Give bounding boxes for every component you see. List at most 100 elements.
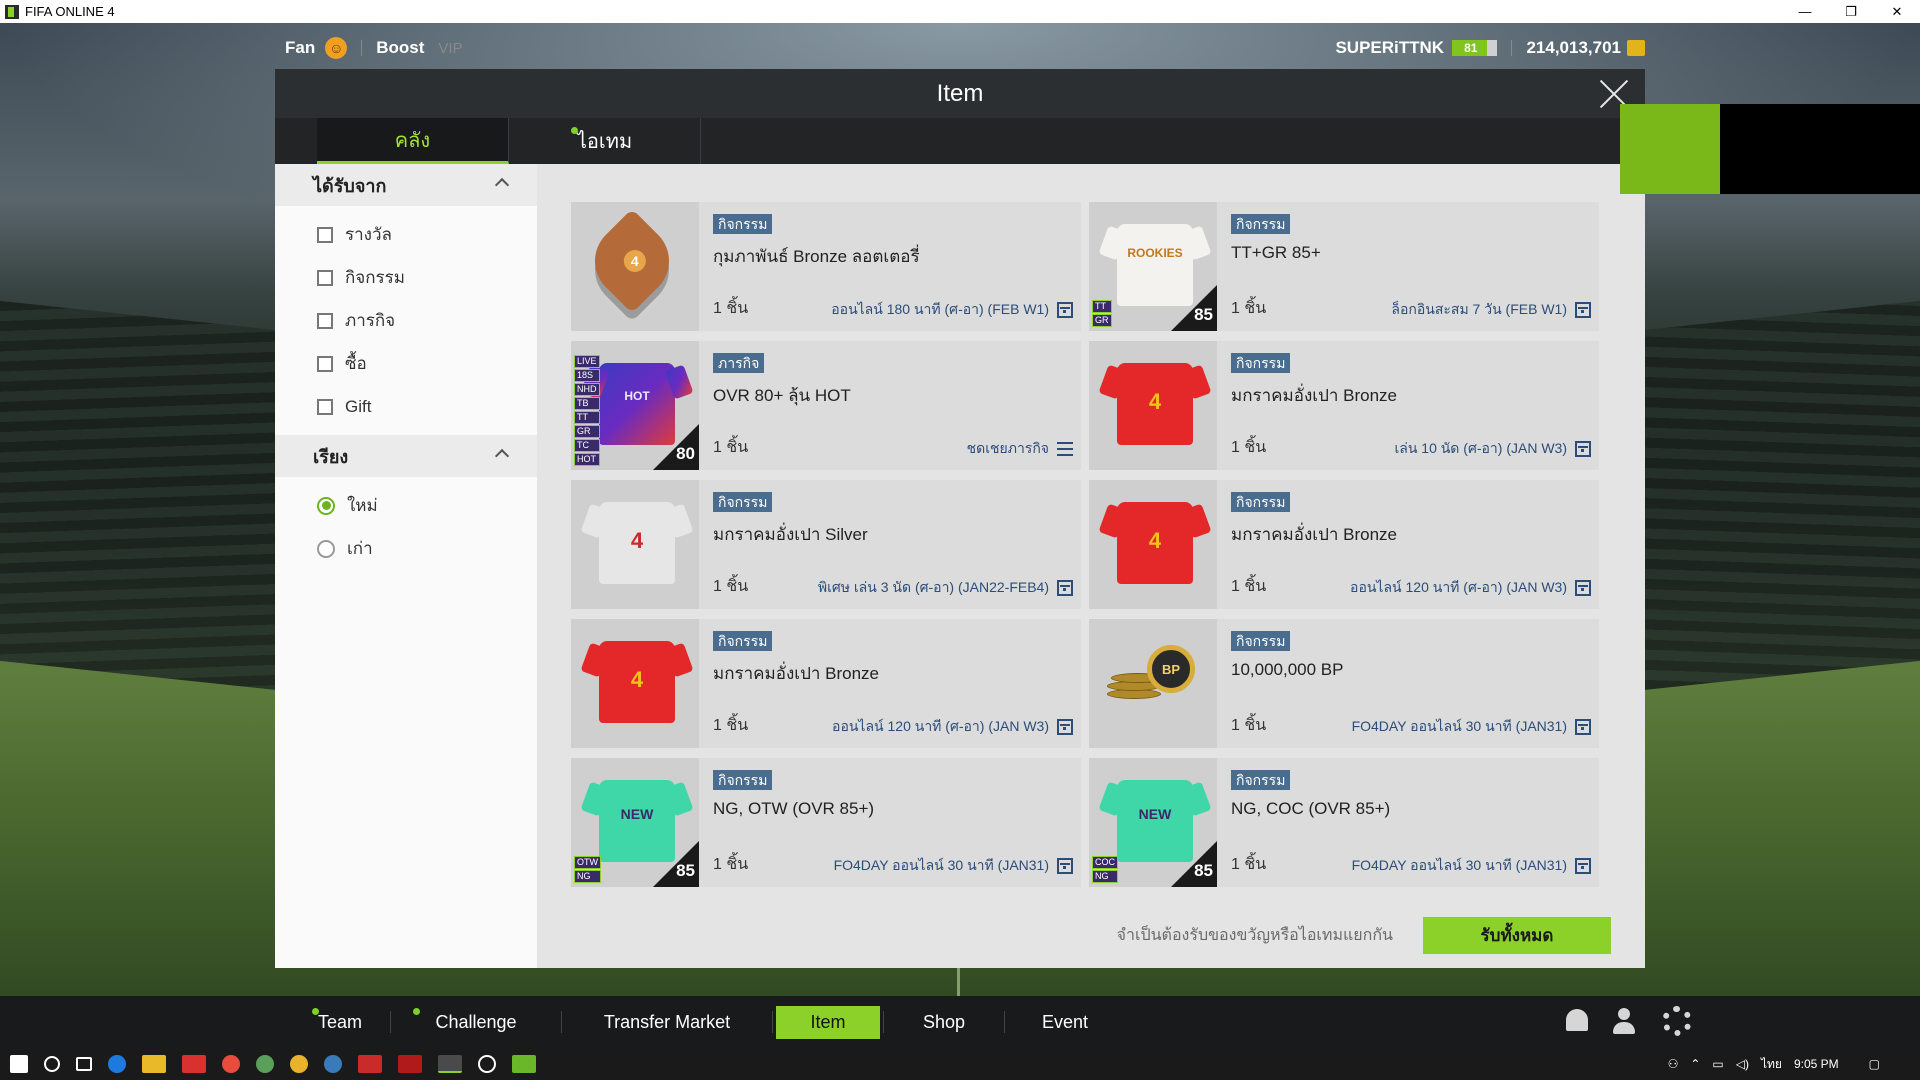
nav-transfer-market[interactable]: Transfer Market: [562, 996, 772, 1048]
app-icon-2[interactable]: [398, 1055, 422, 1073]
nav-team[interactable]: Team: [290, 996, 390, 1048]
fan-face-icon[interactable]: ☺: [325, 37, 348, 59]
item-card[interactable]: 4 กิจกรรม กุมภาพันธ์ Bronze ลอตเตอรี่ 1 ชิ้…: [571, 202, 1081, 331]
filter-activity[interactable]: กิจกรรม: [275, 256, 537, 299]
item-quantity: 1 ชิ้น: [1231, 439, 1267, 456]
bp-coins-icon: BP: [1107, 645, 1203, 709]
item-card[interactable]: 4 กิจกรรม มกราคมอั่งเปา Bronze 1 ชิ้น เล่น 1…: [1089, 341, 1599, 470]
item-quantity: 1 ชิ้น: [713, 856, 749, 873]
claim-all-button[interactable]: รับทั้งหมด: [1423, 916, 1611, 954]
bell-icon[interactable]: [1566, 1009, 1588, 1031]
source-badge: ภารกิจ: [713, 353, 765, 373]
minimize-button[interactable]: —: [1782, 0, 1828, 23]
fan-label: Fan: [285, 38, 316, 57]
item-thumbnail: HOT 80 LIVE 18S NHD TB TT GR TC HOT: [571, 341, 699, 470]
ovr-value: 80: [676, 444, 695, 463]
restore-button[interactable]: ❐: [1828, 0, 1874, 23]
nav-event[interactable]: Event: [1005, 996, 1125, 1048]
tray-chevron-icon[interactable]: ⌃: [1690, 1057, 1700, 1071]
calendar-icon: [1057, 719, 1073, 735]
chrome-icon[interactable]: [290, 1055, 308, 1073]
item-list-area: 4 กิจกรรม กุมภาพันธ์ Bronze ลอตเตอรี่ 1 ชิ้…: [537, 164, 1645, 968]
item-condition: ชดเชยภารกิจ: [967, 438, 1073, 460]
list-icon: [1057, 442, 1073, 456]
item-card[interactable]: 4 กิจกรรม มกราคมอั่งเปา Silver 1 ชิ้น พิเศษ …: [571, 480, 1081, 609]
gear-icon[interactable]: [1662, 1006, 1692, 1036]
item-name: OVR 80+ ลุ้น HOT: [713, 386, 851, 405]
item-card[interactable]: 4 กิจกรรม มกราคมอั่งเปา Bronze 1 ชิ้น ออนไลน…: [1089, 480, 1599, 609]
item-card[interactable]: 4 กิจกรรม มกราคมอั่งเปา Bronze 1 ชิ้น ออนไลน…: [571, 619, 1081, 748]
season-tag: NHD: [574, 383, 600, 396]
notification-icon[interactable]: ▢: [1869, 1057, 1880, 1071]
item-condition: เล่น 10 นัด (ศ-อา) (JAN W3): [1394, 438, 1591, 460]
steam-icon[interactable]: [324, 1055, 342, 1073]
shirt-icon: 4: [1117, 502, 1193, 584]
filter-sidebar: ได้รับจาก รางวัล กิจกรรม ภารกิจ ซื้อ Gif…: [275, 164, 537, 968]
network-icon[interactable]: ▭: [1712, 1057, 1723, 1071]
task-view-icon[interactable]: [76, 1057, 92, 1071]
new-dot-icon: [312, 1008, 319, 1015]
user-icon[interactable]: [1610, 1006, 1640, 1036]
season-tag: NG: [574, 870, 601, 883]
season-tag: HOT: [574, 453, 600, 466]
obs-icon[interactable]: [478, 1055, 496, 1073]
close-window-button[interactable]: ✕: [1874, 0, 1920, 23]
item-card[interactable]: NEW 85 OTW NG กิจกรรม NG, OTW (OVR 85+) 1 ชิ้น…: [571, 758, 1081, 887]
item-condition: ออนไลน์ 120 นาที (ศ-อา) (JAN W3): [832, 716, 1073, 738]
filter-purchase[interactable]: ซื้อ: [275, 342, 537, 385]
boost-label[interactable]: Boost: [376, 38, 424, 58]
filter-gift[interactable]: Gift: [275, 385, 537, 428]
season-tags: OTW NG: [574, 855, 601, 883]
sort-oldest[interactable]: เก่า: [275, 527, 537, 570]
item-quantity: 1 ชิ้น: [1231, 578, 1267, 595]
filter-mission[interactable]: ภารกิจ: [275, 299, 537, 342]
season-tags: TT GR: [1092, 299, 1112, 327]
search-icon[interactable]: [44, 1056, 60, 1072]
season-tags: COC NG: [1092, 855, 1118, 883]
checkbox-icon: [317, 398, 333, 415]
item-condition: FO4DAY ออนไลน์ 30 นาที (JAN31): [1352, 855, 1591, 877]
item-card[interactable]: NEW 85 COC NG กิจกรรม NG, COC (OVR 85+) 1 ชิ้น…: [1089, 758, 1599, 887]
app-icon-game[interactable]: [222, 1055, 240, 1073]
edge-icon[interactable]: [108, 1055, 126, 1073]
clock[interactable]: 9:05 PM: [1794, 1057, 1839, 1071]
windows-start-icon[interactable]: [10, 1055, 28, 1073]
username: SUPERiTTNK: [1335, 38, 1445, 57]
item-card[interactable]: HOT 80 LIVE 18S NHD TB TT GR TC HOT ภารกิจ OVR 80+ …: [571, 341, 1081, 470]
nav-item[interactable]: Item: [773, 996, 883, 1048]
xbox-icon[interactable]: [256, 1055, 274, 1073]
filezilla-icon[interactable]: [358, 1055, 382, 1073]
vip-label[interactable]: VIP: [438, 40, 462, 57]
nav-challenge[interactable]: Challenge: [391, 996, 561, 1048]
nvidia-icon[interactable]: [512, 1055, 536, 1073]
item-card[interactable]: BP กิจกรรม 10,000,000 BP 1 ชิ้น FO4DAY ออนไล…: [1089, 619, 1599, 748]
source-badge: กิจกรรม: [1231, 770, 1291, 790]
claim-note: จำเป็นต้องรับของขวัญหรือไอเทมแยกกัน: [1116, 926, 1393, 944]
tab-items[interactable]: ไอเทม: [509, 118, 701, 164]
calendar-icon: [1575, 302, 1591, 318]
app-icon-red[interactable]: [182, 1055, 206, 1073]
season-tag: GR: [1092, 314, 1112, 327]
item-name: NG, OTW (OVR 85+): [713, 799, 875, 818]
season-tag: TT: [574, 411, 600, 424]
tab-storage[interactable]: คลัง: [317, 118, 509, 164]
sort-newest[interactable]: ใหม่: [275, 484, 537, 527]
explorer-icon[interactable]: [142, 1055, 166, 1073]
ovr-value: 85: [1194, 861, 1213, 880]
nav-shop[interactable]: Shop: [884, 996, 1004, 1048]
language-indicator[interactable]: ไทย: [1761, 1055, 1782, 1074]
fifa-online-taskbar-icon[interactable]: [438, 1055, 462, 1073]
new-dot-icon: [571, 127, 578, 134]
people-icon[interactable]: ⚇: [1668, 1057, 1679, 1071]
item-card[interactable]: ROOKIES 85 TT GR กิจกรรม TT+GR 85+ 1 ชิ้น ล็อกอ…: [1089, 202, 1599, 331]
filter-reward[interactable]: รางวัล: [275, 213, 537, 256]
heart-lottery-icon: 4: [579, 208, 685, 314]
ovr-value: 85: [676, 861, 695, 880]
item-quantity: 1 ชิ้น: [713, 300, 749, 317]
chevron-up-icon: [494, 177, 510, 193]
item-condition: ล็อกอินสะสม 7 วัน (FEB W1): [1391, 299, 1591, 321]
volume-icon[interactable]: ◁): [1736, 1057, 1749, 1071]
sort-section-header[interactable]: เรียง: [275, 435, 537, 477]
source-section-header[interactable]: ได้รับจาก: [275, 164, 537, 206]
radio-selected-icon: [317, 496, 335, 515]
